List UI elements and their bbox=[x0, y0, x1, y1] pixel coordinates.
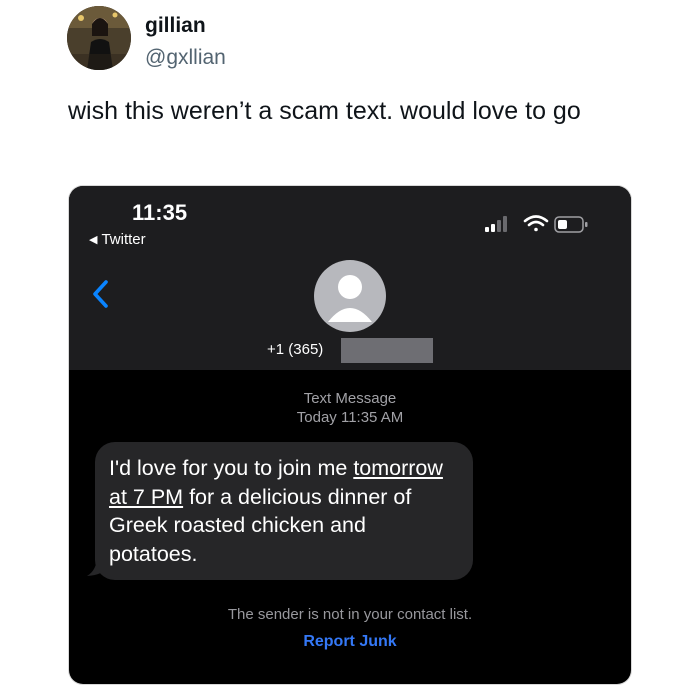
message-type: Text Message bbox=[303, 390, 397, 407]
person-icon bbox=[328, 275, 372, 322]
status-time: 11:35 bbox=[132, 200, 188, 225]
message-text: I'd love for you to join me bbox=[109, 456, 354, 480]
contact-number[interactable]: +1 (365) bbox=[267, 341, 323, 358]
conversation-header: 11:35 ◀ Twitter +1 (365) bbox=[69, 186, 631, 370]
avatar-photo bbox=[67, 6, 131, 70]
report-junk-link[interactable]: Report Junk bbox=[69, 633, 631, 651]
wifi-icon bbox=[523, 215, 549, 232]
author-handle[interactable]: @gxllian bbox=[145, 46, 226, 70]
redacted-number bbox=[341, 338, 433, 363]
signal-icon bbox=[485, 216, 507, 232]
embedded-screenshot: 11:35 ◀ Twitter +1 (365) Text Message To… bbox=[69, 186, 631, 684]
sender-not-in-contacts-note: The sender is not in your contact list. bbox=[227, 606, 473, 623]
back-triangle-icon: ◀ bbox=[89, 234, 98, 246]
avatar[interactable] bbox=[67, 6, 131, 70]
message-meta: Text Message Today 11:35 AM bbox=[69, 389, 631, 427]
back-to-app-button[interactable]: ◀ Twitter bbox=[89, 231, 146, 248]
back-app-label: Twitter bbox=[101, 231, 146, 248]
contact-avatar[interactable] bbox=[314, 260, 386, 332]
back-chevron-icon[interactable] bbox=[89, 277, 111, 316]
status-icons bbox=[481, 212, 601, 236]
battery-icon bbox=[554, 216, 588, 233]
bubble-tail bbox=[87, 556, 105, 576]
tweet-text: wish this weren’t a scam text. would lov… bbox=[68, 97, 581, 125]
message-timestamp: Today 11:35 AM bbox=[296, 409, 404, 426]
message-bubble[interactable]: I'd love for you to join me tomorrow at … bbox=[95, 442, 473, 580]
author-name[interactable]: gillian bbox=[145, 14, 206, 38]
